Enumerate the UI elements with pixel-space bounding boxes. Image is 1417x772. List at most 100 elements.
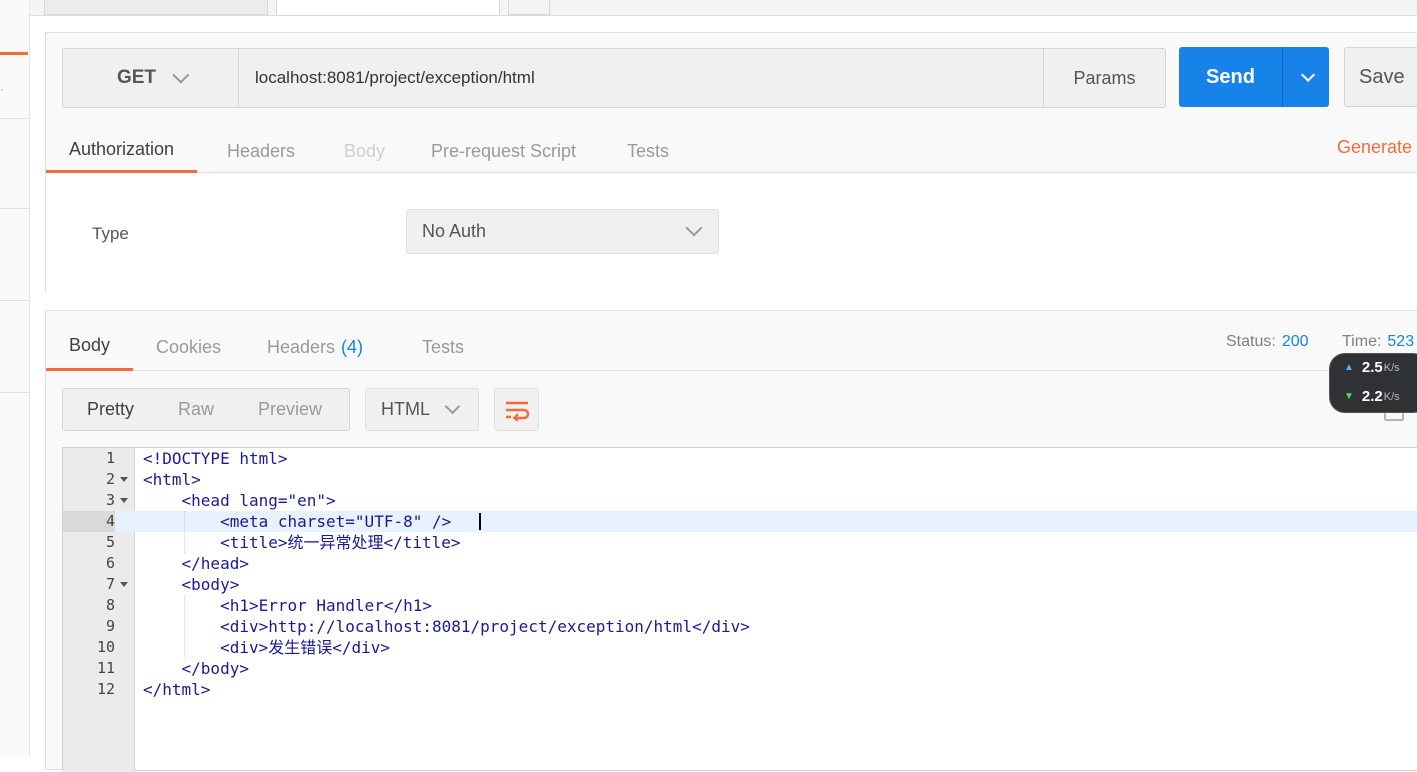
tab-pre-request-script[interactable]: Pre-request Script (431, 129, 576, 173)
code-line: 5 <title>统一异常处理</title> (63, 532, 1417, 553)
download-speed-value: 2.2 (1361, 388, 1383, 405)
code-text: <h1>Error Handler</h1> (143, 596, 432, 615)
auth-panel: Type No Auth (46, 174, 1417, 293)
method-label: GET (116, 67, 157, 88)
sidebar-mark: · (0, 82, 4, 96)
generate-code-link[interactable]: Generate (1337, 137, 1412, 158)
request-builder: GET localhost:8081/project/exception/htm… (45, 32, 1417, 293)
line-number: 1 (105, 449, 115, 467)
request-tab[interactable] (44, 0, 268, 15)
send-label: Send (1179, 47, 1283, 107)
tab-response-headers[interactable]: Headers (4) (267, 323, 363, 371)
arrow-down-icon: ▼ (1344, 391, 1354, 402)
code-line: 8 <h1>Error Handler</h1> (63, 595, 1417, 616)
download-speed: ▼ 2.2 K/s (1344, 388, 1400, 405)
url-text: localhost:8081/project/exception/html (255, 68, 535, 87)
code-line: 11 </body> (63, 658, 1417, 679)
chevron-down-icon (172, 66, 190, 84)
code-line-current: 4 <meta charset="UTF-8" /> (63, 511, 1417, 532)
save-button[interactable]: Save (1344, 47, 1417, 107)
upload-speed: ▲ 2.5 K/s (1344, 359, 1400, 376)
line-number: 10 (96, 638, 115, 656)
sidebar-active-indicator (0, 52, 28, 55)
fold-arrow-icon[interactable] (120, 582, 128, 587)
code-text: <div>发生错误</div> (143, 638, 391, 657)
sidebar-divider (0, 208, 29, 209)
chevron-down-icon (685, 219, 703, 237)
code-line: 12 </html> (63, 679, 1417, 700)
upload-speed-value: 2.5 (1361, 359, 1383, 376)
time-label: Time: (1342, 333, 1382, 350)
code-text: </body> (143, 659, 249, 678)
code-line: 3 <head lang="en"> (63, 490, 1417, 511)
url-input[interactable]: localhost:8081/project/exception/html (238, 48, 1044, 108)
tab-tests[interactable]: Tests (627, 129, 669, 173)
line-number: 2 (105, 470, 115, 488)
format-select[interactable]: HTML (365, 388, 479, 431)
request-tab-strip (30, 0, 1417, 16)
auth-type-label: Type (92, 224, 129, 243)
send-dropdown-button[interactable] (1283, 47, 1329, 107)
indent-guide (184, 511, 185, 553)
wrap-lines-icon (505, 401, 529, 421)
line-number: 9 (105, 617, 115, 635)
code-text: </head> (143, 554, 249, 573)
time-value: 523 (1387, 333, 1415, 350)
line-number: 5 (105, 533, 115, 551)
auth-type-select[interactable]: No Auth (406, 209, 719, 254)
url-bar: GET localhost:8081/project/exception/htm… (62, 48, 1166, 108)
params-button[interactable]: Params (1044, 48, 1166, 108)
chevron-down-icon (444, 398, 461, 415)
response-status: Status: 200 (1226, 333, 1309, 351)
code-text: <head lang="en"> (143, 491, 336, 510)
code-text: <html> (143, 470, 201, 489)
code-text: <body> (143, 575, 240, 594)
upload-speed-unit: K/s (1383, 361, 1400, 374)
view-raw-button[interactable]: Raw (178, 399, 214, 420)
sidebar-divider (0, 300, 29, 301)
response-time: Time: 523 (1342, 333, 1414, 351)
tab-authorization[interactable]: Authorization (46, 129, 198, 173)
sidebar-divider (0, 118, 29, 119)
code-text: <div>http://localhost:8081/project/excep… (143, 617, 750, 636)
auth-type-value: No Auth (422, 221, 487, 241)
chevron-down-icon (1301, 67, 1316, 82)
text-caret (479, 513, 481, 530)
code-line: 6 </head> (63, 553, 1417, 574)
code-line: 9 <div>http://localhost:8081/project/exc… (63, 616, 1417, 637)
code-line: 7 <body> (63, 574, 1417, 595)
request-tab-active[interactable] (276, 0, 500, 16)
fold-arrow-icon[interactable] (120, 477, 128, 482)
request-tabs: Authorization Headers Body Pre-request S… (46, 129, 1417, 173)
indent-guide (184, 595, 185, 658)
line-number: 7 (105, 575, 115, 593)
response-code-editor[interactable]: 1 <!DOCTYPE html> 2 <html> 3 <head lang=… (62, 447, 1417, 772)
arrow-up-icon: ▲ (1344, 362, 1354, 373)
view-mode-group: Pretty Raw Preview (62, 388, 350, 431)
fold-arrow-icon[interactable] (120, 498, 128, 503)
view-pretty-button[interactable]: Pretty (87, 399, 134, 420)
headers-count-badge: (4) (341, 336, 364, 357)
code-line: 2 <html> (63, 469, 1417, 490)
sidebar: · (0, 0, 30, 757)
code-text: <title>统一异常处理</title> (143, 533, 461, 552)
tab-headers[interactable]: Headers (227, 129, 295, 173)
tab-response-body[interactable]: Body (46, 323, 134, 371)
new-tab-button[interactable] (508, 0, 550, 15)
tab-cookies[interactable]: Cookies (156, 323, 221, 371)
tab-body: Body (344, 140, 386, 161)
view-preview-button[interactable]: Preview (258, 399, 322, 420)
response-tabs: Body Cookies Headers (4) Tests (46, 323, 1417, 371)
tab-response-tests[interactable]: Tests (422, 323, 464, 371)
status-label: Status: (1226, 333, 1276, 350)
line-number: 3 (105, 491, 115, 509)
wrap-lines-button[interactable] (494, 388, 539, 431)
send-button[interactable]: Send (1179, 47, 1329, 107)
network-speed-widget[interactable]: ▲ 2.5 K/s ▼ 2.2 K/s (1329, 353, 1417, 413)
status-value: 200 (1281, 333, 1309, 350)
code-text: </html> (143, 680, 211, 699)
line-number: 8 (105, 596, 115, 614)
method-select[interactable]: GET (62, 48, 238, 108)
line-number: 4 (63, 511, 115, 532)
download-speed-unit: K/s (1383, 390, 1400, 403)
